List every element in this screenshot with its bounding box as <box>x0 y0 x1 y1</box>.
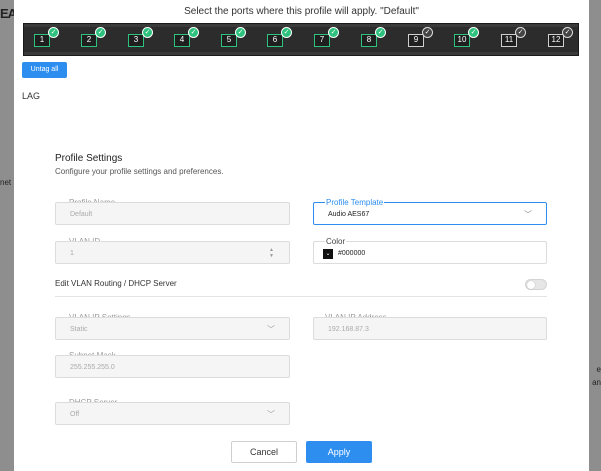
port-10[interactable]: 10 ✓ <box>454 27 479 47</box>
vlan-ip-address-input[interactable]: 192.168.87.3 <box>313 317 547 340</box>
color-label: Color <box>325 237 347 246</box>
color-value: #000000 <box>338 250 366 257</box>
check-icon: ✓ <box>95 27 106 38</box>
port-4[interactable]: 4 ✓ <box>174 27 199 47</box>
check-icon: ✓ <box>48 27 59 38</box>
vlan-id-value: 1 <box>70 250 74 257</box>
port-12[interactable]: 12 ✓ <box>548 27 573 47</box>
profile-name-value: Default <box>70 211 93 218</box>
vlan-ip-settings-select[interactable]: Static ﹀ <box>55 317 290 340</box>
check-icon: ✓ <box>515 27 526 38</box>
stepper-icon[interactable]: ▲ ▼ <box>268 247 275 259</box>
check-icon: ✓ <box>281 27 292 38</box>
profile-modal: Select the ports where this profile will… <box>14 0 589 471</box>
switch-port-panel: 1 ✓ 2 ✓ 3 ✓ 4 ✓ 5 ✓ 6 ✓ 7 ✓ 8 ✓ 9 ✓ 10 ✓ 11 ✓ 12 ✓ <box>23 23 579 56</box>
port-6[interactable]: 6 ✓ <box>267 27 292 47</box>
apply-button[interactable]: Apply <box>306 441 372 463</box>
check-icon: ✓ <box>188 27 199 38</box>
subnet-mask-value: 255.255.255.0 <box>70 364 115 371</box>
background-text-fragment: net <box>0 178 12 187</box>
port-label: 7 <box>319 35 325 44</box>
dhcp-server-value: Off <box>70 411 80 418</box>
check-icon: ✓ <box>468 27 479 38</box>
check-icon: ✓ <box>375 27 386 38</box>
port-5[interactable]: 5 ✓ <box>221 27 246 47</box>
chevron-down-icon: ﹀ <box>267 325 275 334</box>
lag-label: LAG <box>22 91 41 101</box>
port-label: 3 <box>133 35 139 44</box>
port-label: 10 <box>457 35 467 44</box>
port-label: 4 <box>179 35 185 44</box>
dhcp-server-select[interactable]: Off ﹀ <box>55 402 290 425</box>
edit-vlan-routing-label: Edit VLAN Routing / DHCP Server <box>55 279 177 288</box>
profile-template-label: Profile Template <box>325 198 385 207</box>
section-title: Profile Settings <box>55 153 123 164</box>
port-label: 2 <box>86 35 92 44</box>
color-picker-field[interactable]: ⌄ #000000 <box>313 241 547 264</box>
port-9[interactable]: 9 ✓ <box>408 27 433 47</box>
chevron-down-icon: ﹀ <box>267 410 275 419</box>
port-label: 8 <box>366 35 372 44</box>
port-1[interactable]: 1 ✓ <box>34 27 59 47</box>
check-icon: ✓ <box>422 27 433 38</box>
subnet-mask-input[interactable]: 255.255.255.0 <box>55 355 290 378</box>
cancel-button[interactable]: Cancel <box>231 441 297 463</box>
check-icon: ✓ <box>235 27 246 38</box>
port-label: 11 <box>504 35 514 44</box>
port-3[interactable]: 3 ✓ <box>128 27 153 47</box>
untag-all-button[interactable]: Untag all <box>22 62 67 78</box>
vlan-ip-settings-value: Static <box>70 326 88 333</box>
chevron-down-icon: ﹀ <box>524 210 532 219</box>
profile-template-value: Audio AES67 <box>328 211 370 218</box>
port-label: 1 <box>39 35 45 44</box>
toggle-knob <box>527 281 535 289</box>
port-label: 12 <box>551 35 561 44</box>
background-text-fragment-right: e <box>596 365 601 374</box>
check-icon: ✓ <box>328 27 339 38</box>
check-icon: ✓ <box>562 27 573 38</box>
port-8[interactable]: 8 ✓ <box>361 27 386 47</box>
port-label: 5 <box>226 35 232 44</box>
vlan-ip-address-value: 192.168.87.3 <box>328 326 369 333</box>
port-2[interactable]: 2 ✓ <box>81 27 106 47</box>
chevron-down-icon: ⌄ <box>325 251 331 257</box>
divider <box>55 296 547 297</box>
vlan-id-input[interactable]: 1 ▲ ▼ <box>55 241 290 264</box>
ports-title: Select the ports where this profile will… <box>184 6 419 17</box>
edit-vlan-routing-toggle[interactable] <box>525 279 547 290</box>
port-7[interactable]: 7 ✓ <box>314 27 339 47</box>
section-subtitle: Configure your profile settings and pref… <box>55 167 224 176</box>
background-text-fragment-right-2: an <box>592 378 601 387</box>
check-icon: ✓ <box>142 27 153 38</box>
port-label: 6 <box>272 35 278 44</box>
port-11[interactable]: 11 ✓ <box>501 27 526 47</box>
port-label: 9 <box>413 35 419 44</box>
profile-name-field[interactable]: Default <box>55 202 290 225</box>
